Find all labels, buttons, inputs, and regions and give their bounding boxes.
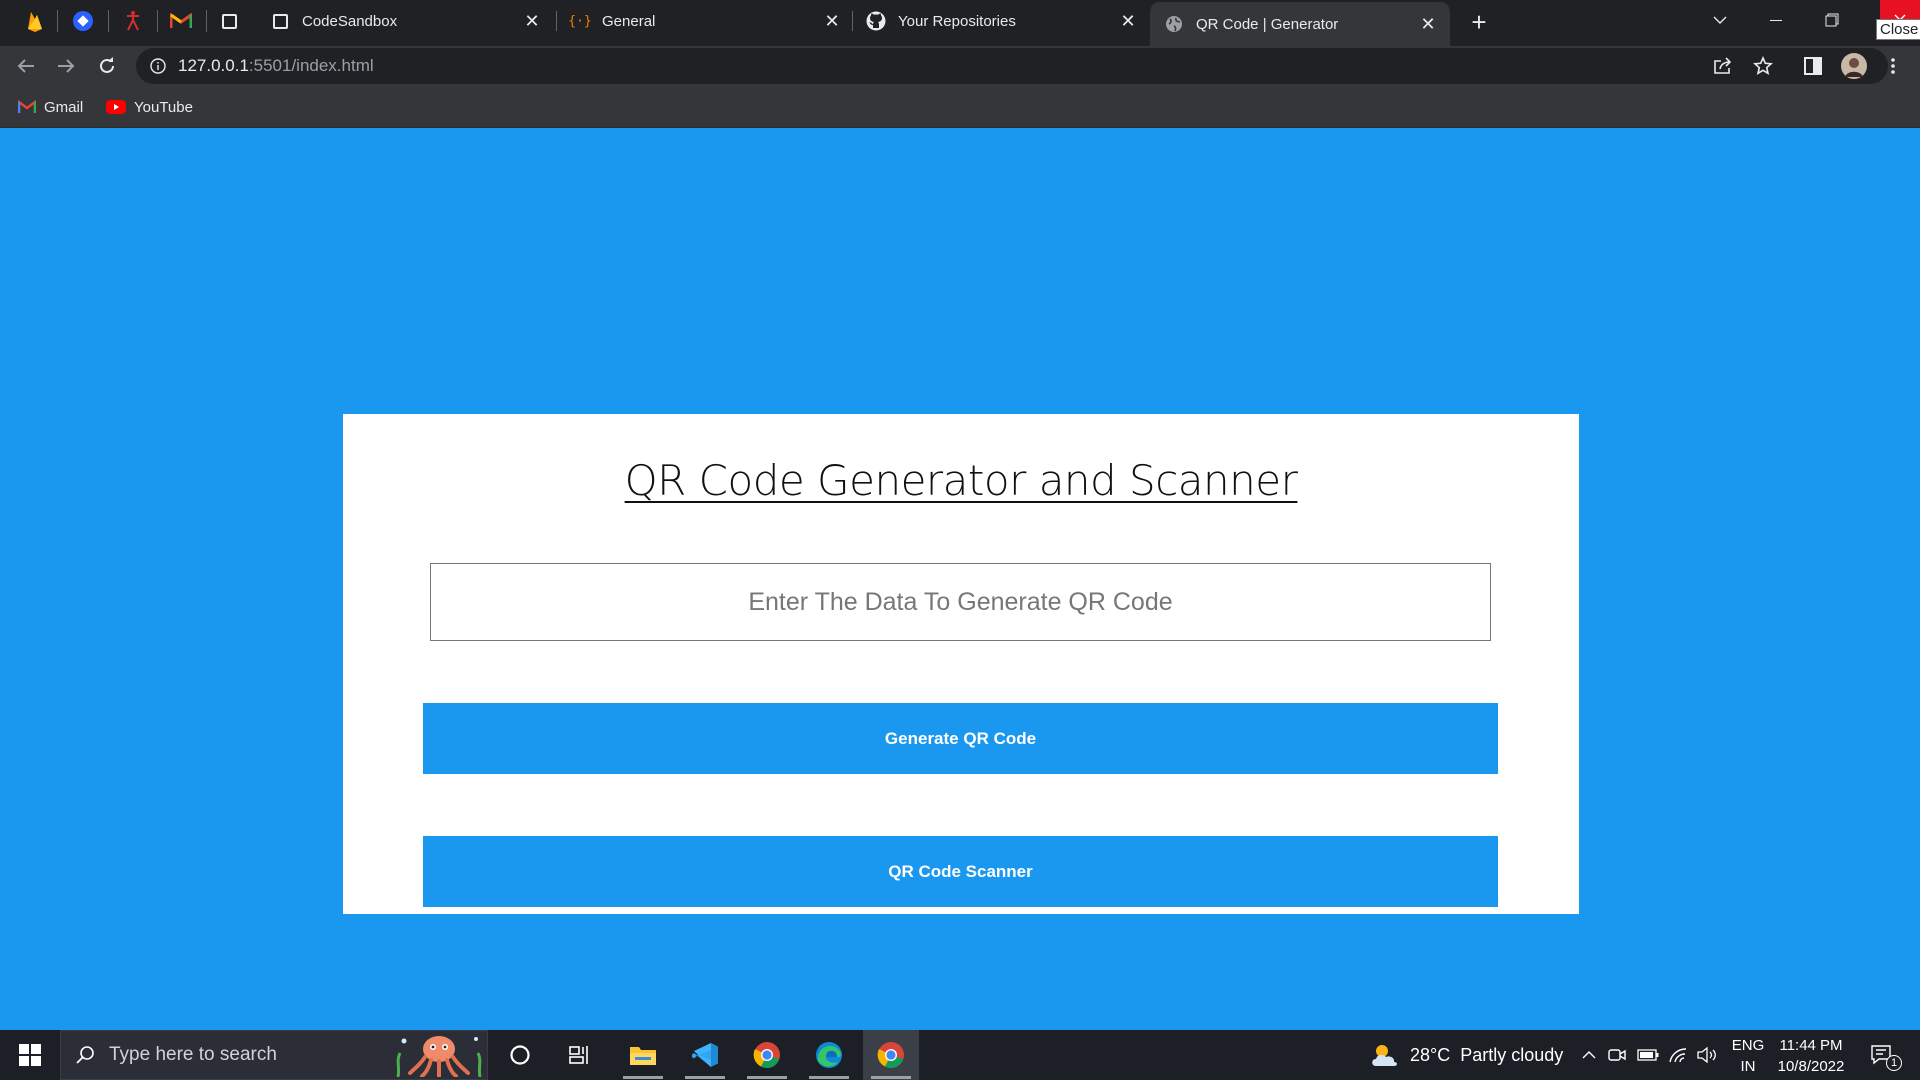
notification-badge: 1: [1886, 1055, 1902, 1071]
qr-card: QR Code Generator and Scanner Generate Q…: [343, 414, 1579, 914]
globe-icon: [1164, 14, 1184, 34]
profile-avatar[interactable]: [1840, 52, 1868, 80]
browser-toolbar: 127.0.0.1:5501/index.html: [0, 46, 1920, 86]
qr-data-input[interactable]: [430, 563, 1491, 641]
windows-start-button[interactable]: [0, 1030, 60, 1080]
tab-separator: [108, 10, 109, 32]
language-code: ENG: [1731, 1037, 1765, 1054]
url-text: 127.0.0.1:5501/index.html: [178, 56, 374, 76]
address-bar[interactable]: 127.0.0.1:5501/index.html: [136, 48, 1888, 84]
tab-strip: CodeSandbox ✕ {·} General ✕ Your Reposit…: [0, 0, 1920, 46]
vscode-icon[interactable]: [677, 1030, 733, 1080]
tab-title: QR Code | Generator: [1196, 15, 1339, 33]
reload-icon[interactable]: [93, 52, 121, 80]
tab-close-icon[interactable]: ✕: [822, 11, 842, 31]
clock-date: 10/8/2022: [1777, 1058, 1845, 1075]
tab-codesandbox[interactable]: CodeSandbox ✕: [256, 0, 554, 42]
taskbar-clock[interactable]: 11:44 PM 10/8/2022: [1776, 1035, 1846, 1077]
figure-icon: [127, 11, 139, 31]
meet-now-icon[interactable]: [1604, 1030, 1630, 1080]
close-tooltip: Close: [1876, 19, 1920, 40]
input-language[interactable]: ENG IN: [1728, 1035, 1768, 1077]
forward-arrow-icon[interactable]: [52, 52, 80, 80]
wifi-icon[interactable]: [1664, 1030, 1692, 1080]
pinned-tab-gmail[interactable]: [164, 8, 198, 34]
youtube-icon: [106, 100, 126, 114]
tab-general[interactable]: {·} General ✕: [556, 0, 854, 42]
notification-center-icon[interactable]: 1: [1862, 1030, 1902, 1080]
tab-your-repositories[interactable]: Your Repositories ✕: [852, 0, 1150, 42]
back-arrow-icon[interactable]: [12, 52, 40, 80]
clock-time: 11:44 PM: [1779, 1037, 1843, 1054]
cortana-icon[interactable]: [492, 1030, 548, 1080]
tab-separator: [206, 10, 207, 32]
weather-temp: 28°C: [1410, 1044, 1451, 1065]
url-path: :5501/index.html: [248, 56, 374, 75]
minimize-icon[interactable]: [1748, 0, 1804, 40]
bookmark-gmail[interactable]: Gmail: [18, 94, 83, 120]
firebase-icon: [28, 12, 42, 32]
volume-icon[interactable]: [1694, 1030, 1722, 1080]
side-panel-icon[interactable]: [1801, 54, 1825, 78]
generate-qr-button[interactable]: Generate QR Code: [423, 703, 1498, 774]
new-tab-plus-icon[interactable]: +: [1464, 7, 1494, 37]
tab-close-icon[interactable]: ✕: [522, 11, 542, 31]
url-host: 127.0.0.1: [178, 56, 249, 75]
tab-search-chevron-icon[interactable]: [1692, 0, 1748, 40]
github-icon: [866, 11, 886, 31]
gmail-icon: [18, 100, 36, 114]
tab-separator: [157, 10, 158, 32]
search-icon: [76, 1046, 94, 1064]
tab-title: General: [602, 12, 656, 30]
windows-logo-icon: [19, 1044, 41, 1066]
octopus-search-highlight-icon: [396, 1036, 482, 1077]
tab-close-icon[interactable]: ✕: [1418, 14, 1438, 34]
partly-cloudy-icon: [1372, 1045, 1397, 1066]
qr-scanner-button[interactable]: QR Code Scanner: [423, 836, 1498, 907]
file-explorer-icon[interactable]: [615, 1030, 671, 1080]
pinned-tab-figure[interactable]: [116, 8, 150, 34]
kebab-menu-icon[interactable]: [1881, 54, 1905, 78]
edge-icon[interactable]: [801, 1030, 857, 1080]
page-title: QR Code Generator and Scanner: [624, 456, 1298, 505]
braces-icon: {·}: [568, 13, 592, 29]
pinned-tab-blank[interactable]: [212, 8, 246, 34]
pinned-tab-app[interactable]: [66, 8, 100, 34]
battery-icon[interactable]: [1634, 1030, 1662, 1080]
bookmark-label: YouTube: [134, 98, 193, 116]
chrome-active-icon[interactable]: [863, 1030, 919, 1080]
tab-title: CodeSandbox: [302, 12, 398, 30]
search-placeholder: Type here to search: [109, 1044, 277, 1065]
app-logo-icon: [73, 11, 93, 31]
pinned-tab-firebase[interactable]: [18, 8, 52, 34]
task-view-icon[interactable]: [552, 1030, 608, 1080]
bookmarks-bar: Gmail YouTube: [0, 86, 1920, 128]
gmail-icon: [170, 13, 192, 28]
tab-qr-code-generator[interactable]: QR Code | Generator ✕: [1150, 2, 1450, 46]
restore-icon[interactable]: [1804, 0, 1860, 40]
tab-separator: [57, 10, 58, 32]
tray-chevron-up-icon[interactable]: [1576, 1030, 1602, 1080]
tab-title: Your Repositories: [898, 12, 1016, 30]
share-icon[interactable]: [1711, 54, 1735, 78]
weather-condition: Partly cloudy: [1460, 1044, 1564, 1065]
info-icon[interactable]: [150, 58, 166, 74]
region-code: IN: [1740, 1058, 1756, 1075]
tab-close-icon[interactable]: ✕: [1118, 11, 1138, 31]
bookmark-label: Gmail: [44, 98, 84, 116]
weather-widget[interactable]: 28°C Partly cloudy: [1370, 1030, 1563, 1080]
chrome-icon[interactable]: [739, 1030, 795, 1080]
windows-taskbar: Type here to search 28°C Partly cloudy E…: [0, 1030, 1920, 1080]
bookmark-star-icon[interactable]: [1751, 54, 1775, 78]
codesandbox-icon: [270, 11, 290, 31]
blank-page-icon: [221, 13, 237, 29]
bookmark-youtube[interactable]: YouTube: [106, 94, 193, 120]
